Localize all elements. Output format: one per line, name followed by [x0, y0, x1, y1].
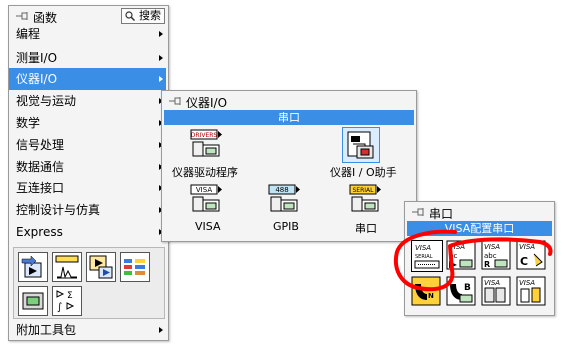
- menu-item-label: 附加工具包: [16, 323, 77, 337]
- express-arith-icon[interactable]: Σ ∫: [52, 286, 82, 316]
- menu-item-label: 测量I/O: [16, 51, 58, 65]
- menu-item-vision-motion[interactable]: 视觉与运动: [9, 90, 166, 112]
- gpib-icon[interactable]: 488: [267, 184, 301, 216]
- serial-palette: 串口 VISA配置串口 VISA SERIAL VISA bc VISA abc…: [404, 201, 555, 316]
- menu-item-label: 互连接口: [16, 181, 65, 195]
- svg-text:R: R: [484, 260, 490, 269]
- menu-item-label: 视觉与运动: [16, 94, 77, 108]
- functions-palette: 函数 搜索 编程 测量I/O 仪器I/O 视觉与运动 数学 信号处理 数据通信: [8, 5, 169, 341]
- instrument-io-palette: 仪器I/O 串口 DRIVERS 仪器驱动程序 仪器I / O助手 VISA V…: [161, 90, 417, 242]
- menu-item-programming[interactable]: 编程: [9, 23, 166, 45]
- instrument-io-title: 仪器I/O: [186, 96, 228, 110]
- serial-palette-header: VISA配置串口: [407, 221, 552, 236]
- menu-item-data-communication[interactable]: 数据通信: [9, 156, 166, 178]
- menu-item-signal-processing[interactable]: 信号处理: [9, 134, 166, 156]
- express-input-icon[interactable]: [18, 252, 48, 282]
- svg-text:VISA: VISA: [415, 244, 431, 252]
- visa-serial-misc-icon[interactable]: VISA: [516, 276, 546, 306]
- svg-text:B: B: [464, 283, 471, 293]
- visa-icon[interactable]: VISA: [189, 184, 223, 216]
- menu-item-label: 数学: [16, 116, 41, 130]
- svg-text:VISA: VISA: [519, 243, 535, 251]
- svg-text:bc: bc: [449, 252, 457, 260]
- menu-item-instrument-io[interactable]: 仪器I/O: [9, 68, 166, 90]
- svg-text:VISA: VISA: [484, 279, 500, 287]
- svg-text:VISA: VISA: [484, 243, 500, 251]
- gpib-label: GPIB: [273, 220, 299, 233]
- visa-bytes-at-port-icon[interactable]: N: [411, 276, 441, 306]
- svg-text:∫: ∫: [57, 302, 62, 313]
- menu-item-label: Express: [16, 225, 63, 239]
- express-signal-icon[interactable]: [86, 252, 116, 282]
- svg-text:SERIAL: SERIAL: [353, 187, 375, 194]
- menu-item-label: 仪器I/O: [16, 72, 58, 86]
- visa-label: VISA: [195, 220, 221, 233]
- search-label: 搜索: [139, 9, 161, 22]
- search-icon: [125, 11, 135, 21]
- search-button[interactable]: 搜索: [121, 8, 165, 24]
- menu-item-mathematics[interactable]: 数学: [9, 112, 166, 134]
- instrument-drivers-icon[interactable]: DRIVERS: [189, 129, 223, 161]
- visa-read-icon[interactable]: VISA abc R: [481, 240, 511, 270]
- instrument-io-titlebar: 仪器I/O: [162, 91, 416, 111]
- serial-icon[interactable]: SERIAL: [348, 184, 382, 216]
- menu-item-label: 编程: [16, 27, 41, 41]
- instrument-io-header: 串口: [164, 110, 414, 125]
- instrument-io-assistant-icon[interactable]: [342, 127, 380, 163]
- menu-item-measurement-io[interactable]: 测量I/O: [9, 47, 166, 69]
- serial-label: 串口: [355, 222, 377, 235]
- serial-palette-title: 串口: [429, 207, 454, 221]
- menu-item-label: 控制设计与仿真: [16, 203, 101, 217]
- express-display-icon[interactable]: [18, 286, 48, 316]
- express-table-icon[interactable]: [120, 252, 150, 282]
- svg-text:DRIVERS: DRIVERS: [191, 132, 218, 139]
- menu-item-express[interactable]: Express: [9, 221, 166, 243]
- submenu-arrow-icon: [159, 327, 163, 333]
- instrument-drivers-label: 仪器驱动程序: [172, 166, 238, 179]
- svg-text:SERIAL: SERIAL: [415, 254, 433, 260]
- serial-palette-titlebar: 串口: [405, 202, 554, 222]
- express-waveform-icon[interactable]: [52, 252, 82, 282]
- svg-text:N: N: [428, 292, 434, 300]
- visa-break-icon[interactable]: B: [446, 276, 476, 306]
- menu-item-label: 信号处理: [16, 138, 65, 152]
- pin-icon[interactable]: [168, 96, 182, 106]
- submenu-arrow-icon: [159, 76, 163, 82]
- svg-text:VISA: VISA: [519, 279, 535, 287]
- svg-text:488: 488: [275, 186, 288, 194]
- svg-text:VISA: VISA: [196, 186, 212, 194]
- pin-icon[interactable]: [411, 207, 425, 217]
- svg-text:C: C: [520, 255, 528, 268]
- visa-write-icon[interactable]: VISA bc: [446, 240, 476, 270]
- submenu-arrow-icon: [159, 55, 163, 61]
- svg-text:VISA: VISA: [449, 243, 465, 251]
- instrument-io-assistant-label: 仪器I / O助手: [330, 166, 397, 179]
- svg-text:abc: abc: [484, 252, 497, 260]
- svg-text:Σ: Σ: [67, 291, 73, 301]
- visa-close-icon[interactable]: VISA C: [516, 240, 546, 270]
- express-icon-grid: Σ ∫: [13, 247, 165, 319]
- visa-serial-config-icon[interactable]: VISA SERIAL: [411, 240, 443, 272]
- menu-item-control-design[interactable]: 控制设计与仿真: [9, 199, 166, 221]
- visa-flush-icon[interactable]: VISA: [481, 276, 511, 306]
- pin-icon[interactable]: [15, 11, 29, 21]
- menu-item-connectivity[interactable]: 互连接口: [9, 177, 166, 199]
- menu-item-label: 数据通信: [16, 160, 65, 174]
- submenu-arrow-icon: [159, 31, 163, 37]
- menu-item-addons[interactable]: 附加工具包: [9, 319, 166, 341]
